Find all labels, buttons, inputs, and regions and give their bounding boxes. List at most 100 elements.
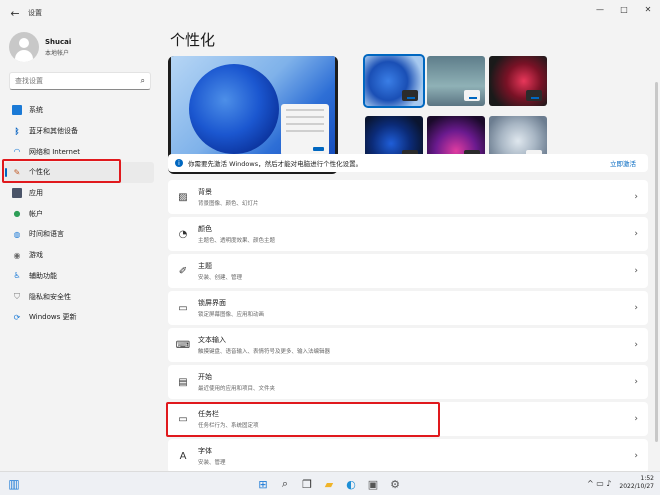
back-arrow-icon[interactable]: ←	[4, 2, 26, 24]
settings-card-fonts[interactable]: A 字体 安装、管理 ›	[168, 439, 648, 471]
image-icon: ▨	[178, 191, 188, 203]
taskbar: ▥ ⊞ ⌕ ❐ ▰ ◐ ▣ ⚙ ^ ▭ ♪ 1:52 2022/10/27	[0, 471, 660, 495]
account-type: 本地帐户	[45, 49, 70, 57]
palette-icon: ◔	[178, 228, 188, 240]
page-title: 个性化	[170, 31, 216, 49]
sidebar-nav: 系统 ᛒ 蓝牙和其他设备 ◠ 网络和 Internet ✎ 个性化 应用 ● 帐…	[4, 100, 154, 328]
system-tray: ^ ▭ ♪ 1:52 2022/10/27	[587, 475, 654, 491]
settings-card-lock-screen[interactable]: ▭ 锁屏界面 锁定屏幕图像、应用和动画 ›	[168, 291, 648, 325]
wifi-icon: ◠	[13, 147, 21, 157]
game-icon: ◉	[13, 250, 21, 260]
minimize-icon[interactable]: —	[588, 0, 612, 18]
sidebar-item-windows-update[interactable]: ⟳ Windows 更新	[4, 307, 154, 328]
widgets-icon[interactable]: ▥	[6, 476, 22, 492]
taskbar-apps: ⊞ ⌕ ❐ ▰ ◐ ▣ ⚙	[252, 475, 406, 493]
sidebar: Shucai 本地帐户 ⌕ 系统 ᛒ 蓝牙和其他设备 ◠ 网络和 Interne…	[0, 26, 162, 471]
sidebar-item-time-language[interactable]: ◍ 时间和语言	[4, 224, 154, 245]
theme-gallery	[363, 54, 550, 168]
card-title: 开始	[198, 373, 212, 381]
shield-icon: ⛉	[14, 291, 20, 301]
file-explorer-icon[interactable]: ▰	[318, 475, 340, 493]
info-icon: i	[175, 159, 183, 167]
preview-window	[281, 104, 329, 156]
sidebar-item-bluetooth[interactable]: ᛒ 蓝牙和其他设备	[4, 121, 154, 142]
start-icon[interactable]: ⊞	[252, 475, 274, 493]
theme-thumbnail[interactable]	[489, 56, 547, 106]
card-subtitle: 锁定屏幕图像、应用和动画	[198, 312, 265, 318]
settings-card-start[interactable]: ▤ 开始 最近使用的应用和项目、文件夹 ›	[168, 365, 648, 399]
sidebar-item-accessibility[interactable]: ♿ 辅助功能	[4, 266, 154, 287]
card-subtitle: 最近使用的应用和项目、文件夹	[198, 386, 276, 392]
window-title: 设置	[28, 9, 42, 17]
title-bar: ← 设置 — □ ✕	[0, 0, 660, 26]
sidebar-item-label: 应用	[29, 189, 43, 198]
card-title: 颜色	[198, 225, 212, 233]
sidebar-item-label: 帐户	[29, 209, 43, 218]
sidebar-item-apps[interactable]: 应用	[4, 183, 154, 204]
sidebar-item-label: 隐私和安全性	[29, 292, 71, 301]
sidebar-item-label: Windows 更新	[29, 313, 77, 322]
activate-link[interactable]: 立即激活	[610, 158, 636, 168]
account-icon: ●	[13, 209, 21, 219]
chevron-right-icon: ›	[634, 340, 638, 350]
search-input[interactable]	[15, 77, 141, 85]
highlight-box-personalization	[2, 159, 121, 183]
settings-card-colors[interactable]: ◔ 颜色 主题色、透明度效果、颜色主题 ›	[168, 217, 648, 251]
system-icon	[12, 105, 22, 116]
settings-card-text-input[interactable]: ⌨ 文本输入 触摸键盘、语音输入、表情符号及更多、输入法编辑器 ›	[168, 328, 648, 362]
chevron-right-icon: ›	[634, 266, 638, 276]
search-box[interactable]: ⌕	[9, 72, 151, 90]
highlight-box-taskbar	[166, 402, 440, 437]
accessibility-icon: ♿	[13, 271, 21, 281]
card-title: 文本输入	[198, 336, 226, 344]
chevron-right-icon: ›	[634, 451, 638, 461]
close-icon[interactable]: ✕	[636, 0, 660, 18]
chevron-right-icon: ›	[634, 229, 638, 239]
sidebar-item-label: 时间和语言	[29, 230, 64, 239]
bluetooth-icon: ᛒ	[14, 126, 20, 136]
theme-thumbnail[interactable]	[363, 54, 425, 108]
settings-icon[interactable]: ⚙	[384, 475, 406, 493]
chevron-right-icon: ›	[634, 377, 638, 387]
sidebar-item-gaming[interactable]: ◉ 游戏	[4, 245, 154, 266]
search-icon[interactable]: ⌕	[141, 76, 145, 86]
settings-card-background[interactable]: ▨ 背景 背景图像、颜色、幻灯片 ›	[168, 180, 648, 214]
card-subtitle: 安装、创建、管理	[198, 275, 243, 281]
scrollbar[interactable]	[655, 82, 658, 442]
sidebar-item-label: 系统	[29, 106, 43, 115]
sidebar-item-label: 蓝牙和其他设备	[29, 127, 78, 136]
maximize-icon[interactable]: □	[612, 0, 636, 18]
card-title: 锁屏界面	[198, 299, 226, 307]
sidebar-item-label: 辅助功能	[29, 271, 57, 280]
clock-time: 1:52	[640, 475, 654, 482]
sidebar-item-privacy[interactable]: ⛉ 隐私和安全性	[4, 286, 154, 307]
sidebar-item-system[interactable]: 系统	[4, 100, 154, 121]
chevron-right-icon: ›	[634, 303, 638, 313]
theme-thumbnail[interactable]	[427, 56, 485, 106]
task-view-icon[interactable]: ❐	[296, 475, 318, 493]
activation-notice: i 你需要先激活 Windows，然后才能对电脑进行个性化设置。 立即激活	[168, 154, 648, 172]
store-icon[interactable]: ▣	[362, 475, 384, 493]
sidebar-item-accounts[interactable]: ● 帐户	[4, 203, 154, 224]
sidebar-item-label: 游戏	[29, 251, 43, 260]
clock[interactable]: 1:52 2022/10/27	[619, 475, 654, 491]
window-controls: — □ ✕	[588, 0, 660, 18]
search-icon[interactable]: ⌕	[274, 475, 296, 493]
card-title: 背景	[198, 188, 212, 196]
tray-icons[interactable]: ^ ▭ ♪	[587, 479, 611, 488]
card-subtitle: 主题色、透明度效果、颜色主题	[198, 238, 276, 244]
font-icon: A	[179, 450, 187, 462]
user-profile[interactable]: Shucai 本地帐户	[9, 32, 71, 62]
chevron-right-icon: ›	[634, 414, 638, 424]
settings-card-themes[interactable]: ✐ 主题 安装、创建、管理 ›	[168, 254, 648, 288]
card-subtitle: 安装、管理	[198, 460, 226, 466]
edge-icon[interactable]: ◐	[340, 475, 362, 493]
avatar	[9, 32, 39, 62]
card-title: 字体	[198, 447, 212, 455]
chevron-right-icon: ›	[634, 192, 638, 202]
start-icon: ▤	[178, 376, 188, 388]
card-title: 主题	[198, 262, 212, 270]
user-name: Shucai	[45, 37, 72, 46]
notice-message: 你需要先激活 Windows，然后才能对电脑进行个性化设置。	[188, 160, 363, 168]
card-subtitle: 背景图像、颜色、幻灯片	[198, 201, 259, 207]
